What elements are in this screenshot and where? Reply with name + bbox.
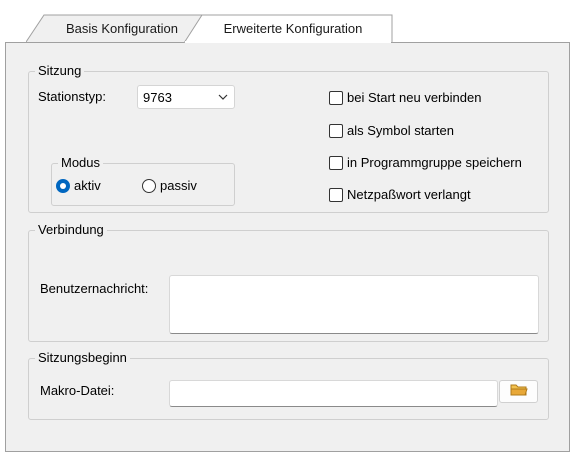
group-sitzungsbeginn-legend: Sitzungsbeginn — [35, 350, 130, 366]
chevron-down-icon — [212, 94, 234, 100]
makro-datei-input[interactable] — [169, 380, 498, 407]
checkbox-label: in Programmgruppe speichern — [347, 155, 522, 170]
checkbox-label: bei Start neu verbinden — [347, 90, 482, 105]
checkbox-box[interactable] — [329, 187, 343, 202]
checkbox-label: als Symbol starten — [347, 123, 454, 138]
group-sitzung: Sitzung Stationstyp: 9763 Modus aktiv pa… — [28, 63, 549, 213]
tab-erweitert-label: Erweiterte Konfiguration — [223, 21, 363, 36]
checkbox-als-symbol-starten[interactable]: als Symbol starten — [329, 123, 454, 138]
browse-button[interactable] — [499, 380, 538, 403]
tab-basis-label: Basis Konfiguration — [65, 20, 178, 36]
group-sitzungsbeginn: Sitzungsbeginn Makro-Datei: — [28, 350, 549, 420]
radio-aktiv[interactable]: aktiv — [56, 178, 101, 193]
checkbox-label: Netzpaßwort verlangt — [347, 187, 471, 202]
makro-datei-label: Makro-Datei: — [40, 383, 115, 398]
benutzernachricht-field[interactable] — [169, 275, 539, 334]
stationstyp-value: 9763 — [143, 89, 172, 105]
checkbox-in-programmgruppe-speichern[interactable]: in Programmgruppe speichern — [329, 155, 522, 170]
radio-aktiv-label: aktiv — [74, 178, 101, 193]
group-verbindung-legend: Verbindung — [35, 222, 107, 238]
tab-erweiterte-konfiguration[interactable]: Erweiterte Konfiguration — [184, 14, 394, 43]
radio-passiv-label: passiv — [160, 178, 197, 193]
checkbox-box[interactable] — [329, 123, 343, 138]
group-modus-legend: Modus — [58, 155, 104, 171]
benutzernachricht-label: Benutzernachricht: — [40, 281, 149, 296]
group-modus: Modus aktiv passiv — [51, 155, 235, 206]
checkbox-bei-start-neu-verbinden[interactable]: bei Start neu verbinden — [329, 90, 481, 105]
stationstyp-select[interactable]: 9763 — [137, 85, 235, 109]
group-verbindung: Verbindung Benutzernachricht: — [28, 222, 549, 342]
radio-passiv-indicator[interactable] — [142, 178, 156, 193]
checkbox-netzpasswort-verlangt[interactable]: Netzpaßwort verlangt — [329, 187, 471, 202]
group-sitzung-legend: Sitzung — [35, 63, 85, 79]
stationstyp-label: Stationstyp: — [38, 89, 106, 104]
folder-icon — [510, 383, 528, 400]
radio-passiv[interactable]: passiv — [142, 178, 197, 193]
tab-basis-konfiguration[interactable]: Basis Konfiguration — [26, 14, 204, 42]
radio-aktiv-indicator[interactable] — [56, 178, 70, 193]
checkbox-box[interactable] — [329, 90, 343, 105]
config-panel: Sitzung Stationstyp: 9763 Modus aktiv pa… — [5, 42, 570, 452]
checkbox-box[interactable] — [329, 155, 343, 170]
